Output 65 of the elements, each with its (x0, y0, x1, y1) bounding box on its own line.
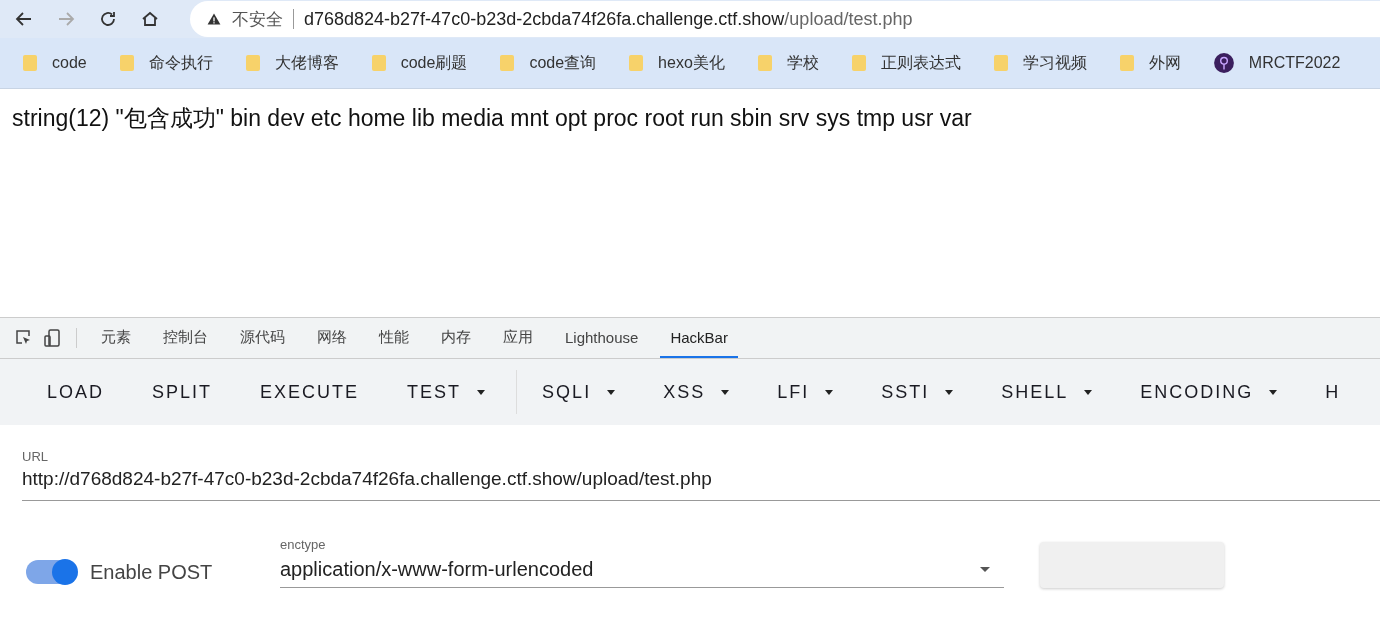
field-label: URL (22, 449, 49, 464)
toolbar-button[interactable]: ENCODING (1123, 373, 1295, 411)
caret-icon (1084, 389, 1093, 395)
toolbar-button[interactable]: LFI (760, 373, 851, 411)
caret-icon (477, 389, 486, 395)
devtools-tab[interactable]: Lighthouse (555, 318, 649, 358)
toolbar-button[interactable]: SQLI (525, 373, 633, 411)
home-icon[interactable] (140, 9, 160, 29)
toolbar-button[interactable]: SSTI (864, 373, 971, 411)
bookmark-item[interactable]: code (22, 53, 87, 73)
bookmark-item[interactable]: 外网 (1118, 52, 1181, 74)
devtools-tab[interactable]: 应用 (493, 318, 543, 358)
devtools-tab[interactable]: 性能 (369, 318, 419, 358)
devtools-tab[interactable]: 控制台 (153, 318, 218, 358)
bookmark-item[interactable]: 正则表达式 (850, 52, 961, 74)
folder-icon (22, 53, 38, 73)
caret-icon (1269, 389, 1278, 395)
bookmark-item[interactable]: 学校 (756, 52, 819, 74)
devtools-tab[interactable]: 源代码 (230, 318, 295, 358)
reload-icon[interactable] (98, 9, 118, 29)
enctype-select[interactable]: enctype application/x-www-form-urlencoded (280, 537, 1004, 588)
url-field[interactable]: URL http://d768d824-b27f-47c0-b23d-2cbda74f26fa.challenge.ctf.show/upload/test.php (22, 449, 1380, 501)
toolbar-button[interactable]: H (1308, 373, 1358, 411)
caret-icon (721, 389, 730, 395)
field-label: enctype (280, 537, 327, 552)
folder-icon (244, 53, 261, 73)
bookmark-item[interactable]: 大佬博客 (244, 52, 339, 74)
address-bar[interactable]: 不安全 d768d824-b27f-47c0-b23d-2cbda74f26fa.challenge.ctf.show/upload/test.php (190, 1, 1380, 37)
enctype-value: application/x-www-form-urlencoded (280, 558, 594, 581)
folder-icon (1118, 53, 1135, 73)
bookmark-item[interactable]: hexo美化 (628, 52, 725, 74)
folder-icon (992, 53, 1009, 73)
bookmark-item[interactable]: MRCTF2022 (1212, 52, 1341, 74)
toolbar-button[interactable]: XSS (646, 373, 747, 411)
devtools-tab[interactable]: 内存 (431, 318, 481, 358)
caret-icon (945, 389, 954, 395)
caret-icon (607, 389, 616, 395)
bookmark-item[interactable]: code查询 (499, 52, 597, 74)
folder-icon (628, 53, 645, 73)
caret-icon (980, 567, 990, 572)
bookmark-item[interactable]: code刷题 (370, 52, 468, 74)
toolbar-button[interactable]: TEST (390, 373, 503, 411)
site-icon (1212, 52, 1235, 74)
page-output: string(12) "包含成功" bin dev etc home lib media mnt opt proc root run sbin srv sys tmp usr var (12, 104, 973, 133)
devtools-tab[interactable]: 元素 (91, 318, 141, 358)
bookmark-item[interactable]: 命令执行 (118, 52, 213, 74)
folder-icon (118, 53, 135, 73)
folder-icon (850, 53, 867, 73)
toolbar-button[interactable]: SHELL (984, 373, 1110, 411)
folder-icon (756, 53, 773, 73)
security-label: 不安全 (232, 8, 283, 31)
toolbar-button[interactable]: EXECUTE (243, 373, 377, 411)
devtools-tab[interactable]: 网络 (307, 318, 357, 358)
folder-icon (499, 53, 516, 73)
toggle-switch[interactable] (26, 560, 76, 584)
folder-icon (370, 53, 387, 73)
toolbar-button[interactable]: SPLIT (135, 373, 230, 411)
device-icon[interactable] (42, 328, 62, 348)
caret-icon (825, 389, 834, 395)
bookmark-item[interactable]: 学习视频 (992, 52, 1087, 74)
toolbar-button[interactable]: LOAD (30, 373, 122, 411)
url-text: d768d824-b27f-47c0-b23d-2cbda74f26fa.challenge.ctf.show/upload/test.php (304, 8, 913, 30)
warning-icon (206, 11, 222, 27)
url-value: http://d768d824-b27f-47c0-b23d-2cbda74f26fa.challenge.ctf.show/upload/test.php (22, 468, 713, 490)
toggle-label: Enable POST (90, 561, 214, 584)
